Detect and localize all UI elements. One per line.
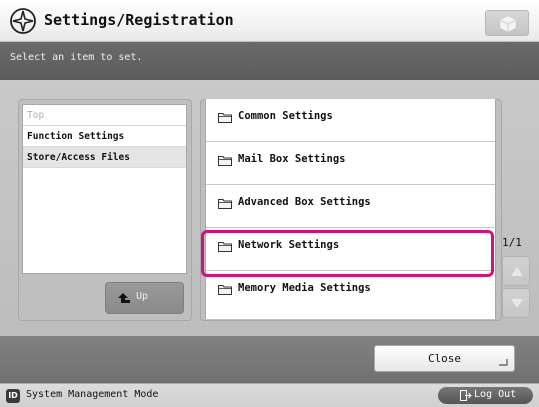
list-item-label: Advanced Box Settings (238, 196, 371, 208)
folder-icon (218, 199, 232, 209)
scroll-up-button[interactable] (502, 256, 530, 286)
cube-button[interactable] (485, 10, 529, 36)
up-button[interactable]: Up (105, 282, 184, 314)
page-title: Settings/Registration (44, 11, 234, 29)
list-item-label: Common Settings (238, 110, 333, 122)
instruction-bar: Select an item to set. (0, 42, 539, 80)
up-arrow-icon (118, 293, 130, 303)
list-item-common-settings[interactable]: Common Settings (206, 99, 495, 142)
corner-arrow-icon (499, 359, 508, 366)
up-button-label: Up (136, 291, 149, 302)
settings-list: Common Settings Mail Box Settings Advanc… (205, 99, 496, 319)
folder-icon (218, 156, 232, 166)
close-button-label: Close (427, 352, 462, 365)
tree-item-store-access-files[interactable]: Store/Access Files (23, 147, 186, 168)
triangle-up-icon (511, 267, 523, 276)
folder-icon (218, 285, 232, 295)
folder-icon (218, 113, 232, 123)
logout-label: Log Out (474, 389, 517, 400)
close-button[interactable]: Close (374, 345, 515, 372)
highlight-box (201, 230, 494, 277)
settings-gear-icon (10, 8, 36, 34)
title-bar: Settings/Registration (0, 0, 539, 42)
tree-item-top[interactable]: Top (23, 105, 186, 126)
cube-icon (500, 16, 516, 32)
system-mode-text: System Management Mode (26, 389, 159, 400)
list-item-label: Memory Media Settings (238, 282, 371, 294)
status-bar: ID System Management Mode Log Out (0, 383, 539, 407)
list-item-memory-media-settings[interactable]: Memory Media Settings (206, 271, 495, 319)
instruction-text: Select an item to set. (10, 52, 143, 63)
id-icon: ID (6, 389, 20, 403)
logout-button[interactable]: Log Out (438, 387, 533, 404)
list-item-mail-box-settings[interactable]: Mail Box Settings (206, 142, 495, 185)
scroll-down-button[interactable] (502, 288, 530, 318)
list-item-label: Mail Box Settings (238, 153, 346, 165)
tree-list: Top Function Settings Store/Access Files (22, 104, 187, 274)
list-item-advanced-box-settings[interactable]: Advanced Box Settings (206, 185, 495, 228)
tree-item-function-settings[interactable]: Function Settings (23, 126, 186, 147)
page-indicator: 1/1 (502, 236, 522, 249)
triangle-down-icon (511, 299, 523, 308)
logout-icon (460, 390, 472, 401)
